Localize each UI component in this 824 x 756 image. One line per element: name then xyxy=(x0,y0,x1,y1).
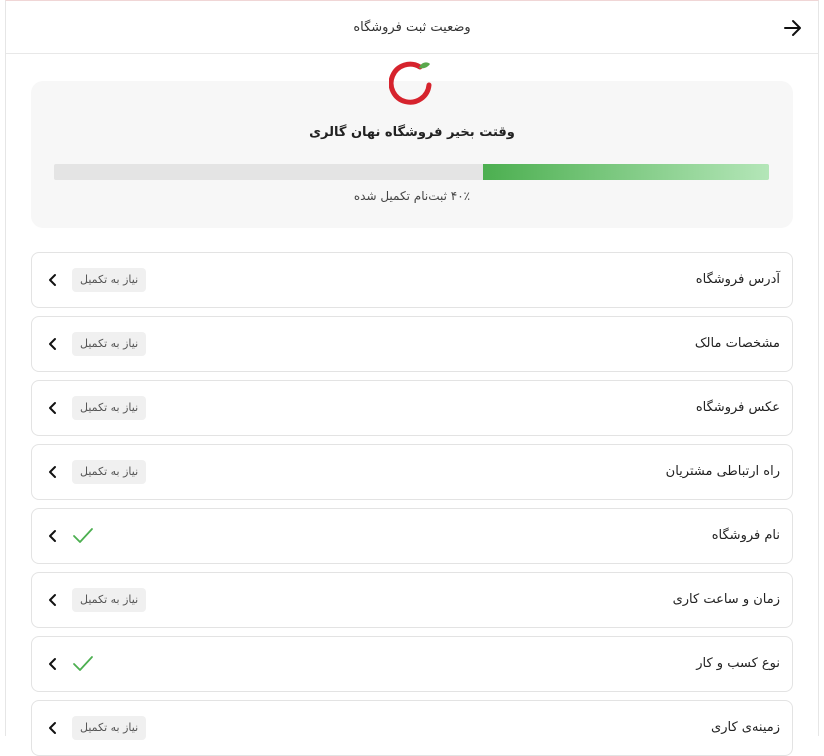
chevron-left-icon xyxy=(49,722,56,734)
status-badge: نیاز به تکمیل xyxy=(72,716,147,740)
back-button[interactable] xyxy=(780,15,806,41)
list-item[interactable]: مشخصات مالک نیاز به تکمیل xyxy=(31,316,793,372)
chevron-left-icon xyxy=(49,594,56,606)
page-frame: وضعیت ثبت فروشگاه وقتت بخیر فروشگاه نهان… xyxy=(5,0,819,756)
list-item[interactable]: زمان و ساعت کاری نیاز به تکمیل xyxy=(31,572,793,628)
status-badge: نیاز به تکمیل xyxy=(72,396,147,420)
list-item-label: آدرس فروشگاه xyxy=(695,272,780,287)
status-badge: نیاز به تکمیل xyxy=(72,460,147,484)
check-icon xyxy=(73,528,93,543)
progress-text: ۴۰٪ ثبت‌نام تکمیل شده xyxy=(353,189,471,203)
status-badge: نیاز به تکمیل xyxy=(72,268,147,292)
chevron-left-icon xyxy=(49,274,56,286)
header: وضعیت ثبت فروشگاه xyxy=(6,1,818,54)
chevron-left-icon xyxy=(49,338,56,350)
page-title: وضعیت ثبت فروشگاه xyxy=(353,19,471,35)
list-item[interactable]: آدرس فروشگاه نیاز به تکمیل xyxy=(31,252,793,308)
progress-bar-fill xyxy=(483,164,769,180)
list-item[interactable]: نوع کسب و کار xyxy=(31,636,793,692)
store-logo xyxy=(389,61,432,105)
chevron-left-icon xyxy=(49,466,56,478)
list-item-label: زمینه‌ی کاری xyxy=(711,720,780,735)
list-item-label: نام فروشگاه xyxy=(711,528,780,543)
list-item-label: نوع کسب و کار xyxy=(696,656,780,671)
list-item[interactable]: نام فروشگاه xyxy=(31,508,793,564)
chevron-left-icon xyxy=(49,402,56,414)
progress-bar xyxy=(54,164,769,180)
status-badge: نیاز به تکمیل xyxy=(72,588,147,612)
list-item[interactable]: زمینه‌ی کاری نیاز به تکمیل xyxy=(31,700,793,756)
list-item-label: زمان و ساعت کاری xyxy=(672,592,780,607)
list-item-label: عکس فروشگاه xyxy=(695,400,780,415)
list-item-label: مشخصات مالک xyxy=(694,336,780,351)
list-item[interactable]: راه ارتباطی مشتریان نیاز به تکمیل xyxy=(31,444,793,500)
status-badge: نیاز به تکمیل xyxy=(72,332,147,356)
arrow-right-icon xyxy=(784,20,801,36)
list-item[interactable]: عکس فروشگاه نیاز به تکمیل xyxy=(31,380,793,436)
chevron-left-icon xyxy=(49,658,56,670)
greeting-text: وقتت بخیر فروشگاه نهان گالری xyxy=(309,125,515,140)
chevron-left-icon xyxy=(49,530,56,542)
check-icon xyxy=(73,656,93,671)
list-item-label: راه ارتباطی مشتریان xyxy=(665,464,780,479)
